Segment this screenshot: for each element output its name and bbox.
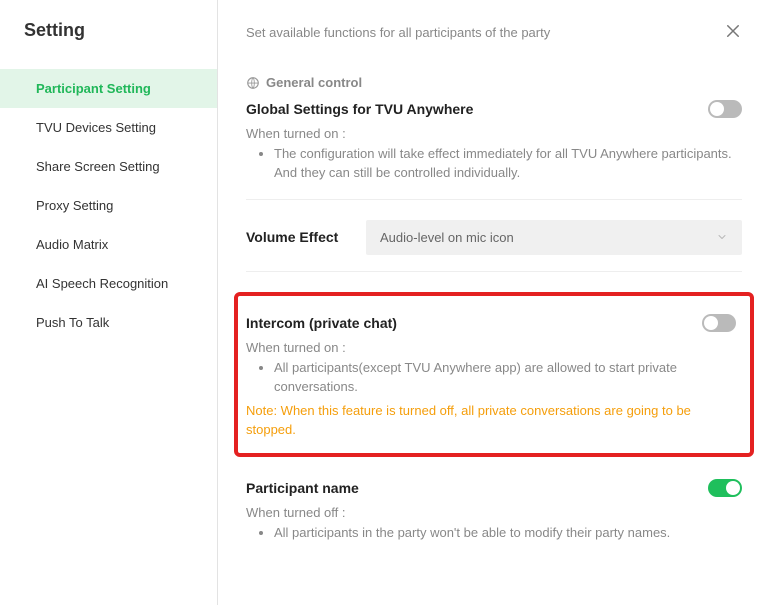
sidebar-item-push-to-talk[interactable]: Push To Talk bbox=[0, 303, 217, 342]
sidebar-item-share-screen-setting[interactable]: Share Screen Setting bbox=[0, 147, 217, 186]
close-button[interactable] bbox=[724, 22, 742, 43]
intercom-note: Note: When this feature is turned off, a… bbox=[246, 402, 736, 438]
volume-effect-select[interactable]: Audio-level on mic icon bbox=[366, 220, 742, 255]
globe-icon bbox=[246, 76, 260, 90]
volume-effect-section: Volume Effect Audio-level on mic icon bbox=[246, 220, 742, 272]
intercom-title: Intercom (private chat) bbox=[246, 315, 397, 331]
volume-effect-label: Volume Effect bbox=[246, 229, 346, 245]
participant-name-bullet: All participants in the party won't be a… bbox=[274, 524, 742, 543]
global-settings-toggle[interactable] bbox=[708, 100, 742, 118]
global-when-on: When turned on : bbox=[246, 126, 742, 141]
general-control-header: General control bbox=[246, 75, 742, 90]
sidebar: Setting Participant Setting TVU Devices … bbox=[0, 0, 218, 605]
main-header: Set available functions for all particip… bbox=[246, 22, 742, 75]
general-control-label: General control bbox=[266, 75, 362, 90]
sidebar-title: Setting bbox=[0, 20, 217, 69]
sidebar-item-participant-setting[interactable]: Participant Setting bbox=[0, 69, 217, 108]
intercom-toggle[interactable] bbox=[702, 314, 736, 332]
sidebar-item-ai-speech-recognition[interactable]: AI Speech Recognition bbox=[0, 264, 217, 303]
participant-name-toggle[interactable] bbox=[708, 479, 742, 497]
intercom-bullet: All participants(except TVU Anywhere app… bbox=[274, 359, 736, 397]
intercom-highlight: Intercom (private chat) When turned on :… bbox=[234, 292, 754, 457]
participant-name-title: Participant name bbox=[246, 480, 359, 496]
sidebar-item-audio-matrix[interactable]: Audio Matrix bbox=[0, 225, 217, 264]
intercom-bullet-list: All participants(except TVU Anywhere app… bbox=[246, 359, 736, 397]
intercom-when-on: When turned on : bbox=[246, 340, 736, 355]
sidebar-item-proxy-setting[interactable]: Proxy Setting bbox=[0, 186, 217, 225]
main-panel: Set available functions for all particip… bbox=[218, 0, 770, 605]
global-settings-title: Global Settings for TVU Anywhere bbox=[246, 101, 473, 117]
participant-name-section: Participant name When turned off : All p… bbox=[246, 479, 742, 559]
sidebar-item-tvu-devices-setting[interactable]: TVU Devices Setting bbox=[0, 108, 217, 147]
main-subtitle: Set available functions for all particip… bbox=[246, 25, 550, 40]
global-settings-section: General control Global Settings for TVU … bbox=[246, 75, 742, 200]
volume-effect-selected: Audio-level on mic icon bbox=[380, 230, 514, 245]
chevron-down-icon bbox=[716, 231, 728, 243]
participant-name-bullet-list: All participants in the party won't be a… bbox=[246, 524, 742, 543]
participant-name-when-off: When turned off : bbox=[246, 505, 742, 520]
close-icon bbox=[724, 22, 742, 40]
global-bullet-list: The configuration will take effect immed… bbox=[246, 145, 742, 183]
global-bullet: The configuration will take effect immed… bbox=[274, 145, 742, 183]
